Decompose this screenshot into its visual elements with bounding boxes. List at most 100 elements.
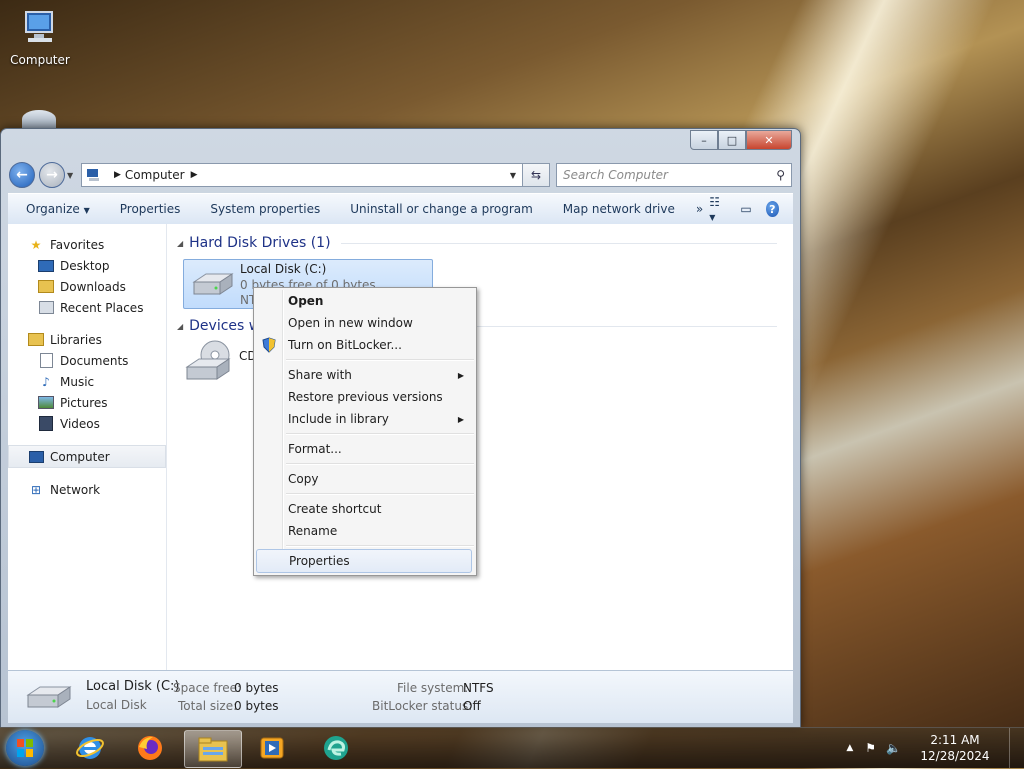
taskbar-internet-explorer[interactable] bbox=[62, 730, 118, 766]
menu-label: Open bbox=[288, 294, 324, 308]
menu-label: Rename bbox=[288, 524, 338, 538]
details-drive-type: Local Disk bbox=[86, 698, 147, 712]
details-pane: Local Disk (C:) Local Disk Space free: 0… bbox=[8, 670, 793, 723]
menu-item-open-new-window[interactable]: Open in new window bbox=[256, 312, 472, 334]
collapse-arrow-icon[interactable]: ◢ bbox=[177, 322, 183, 331]
recent-pages-dropdown[interactable]: ▼ bbox=[67, 171, 77, 180]
computer-icon bbox=[87, 169, 99, 181]
clock[interactable]: 2:11 AM 12/28/2024 bbox=[915, 732, 995, 764]
menu-item-rename[interactable]: Rename bbox=[256, 520, 472, 542]
nav-label: Favorites bbox=[50, 237, 105, 252]
taskbar: ▲ ⚑ 🔈 2:11 AM 12/28/2024 bbox=[0, 727, 1024, 768]
menu-label: Turn on BitLocker... bbox=[288, 338, 402, 352]
collapse-arrow-icon[interactable]: ◢ bbox=[177, 239, 183, 248]
command-bar: Organize ▼ Properties System properties … bbox=[8, 193, 793, 225]
nav-libraries[interactable]: Libraries bbox=[8, 329, 166, 350]
clock-time: 2:11 AM bbox=[930, 733, 980, 747]
nav-label: Videos bbox=[60, 416, 100, 431]
nav-label: Pictures bbox=[60, 395, 108, 410]
nav-pictures[interactable]: Pictures bbox=[8, 392, 166, 413]
nav-music[interactable]: ♪ Music bbox=[8, 371, 166, 392]
menu-item-include-library[interactable]: Include in library ▶ bbox=[256, 408, 472, 430]
nav-computer[interactable]: Computer bbox=[8, 445, 166, 468]
window-controls: – □ ✕ bbox=[690, 130, 792, 150]
menu-item-format[interactable]: Format... bbox=[256, 438, 472, 460]
hard-drive-icon bbox=[192, 273, 234, 295]
nav-videos[interactable]: Videos bbox=[8, 413, 166, 434]
pictures-icon bbox=[38, 396, 54, 410]
bitlocker-status-value: Off bbox=[463, 699, 481, 713]
nav-network[interactable]: ⊞ Network bbox=[8, 479, 166, 500]
nav-desktop[interactable]: Desktop bbox=[8, 255, 166, 276]
address-bar[interactable]: ▶ Computer ▶ ▼ bbox=[81, 163, 523, 187]
change-view-icon[interactable]: ☷ ▼ bbox=[709, 195, 726, 223]
start-button[interactable] bbox=[6, 730, 44, 766]
drive-name: Local Disk (C:) bbox=[240, 262, 327, 276]
taskbar-windows-explorer[interactable] bbox=[184, 730, 242, 768]
organize-button[interactable]: Organize ▼ bbox=[8, 202, 105, 216]
properties-button[interactable]: Properties bbox=[105, 202, 196, 216]
breadcrumb-chevron-icon[interactable]: ▶ bbox=[114, 170, 121, 180]
help-icon[interactable]: ? bbox=[765, 201, 779, 217]
group-header-hard-disk-drives[interactable]: ◢ Hard Disk Drives (1) bbox=[177, 235, 777, 251]
nav-label: Computer bbox=[50, 449, 110, 464]
map-network-drive-button[interactable]: Map network drive bbox=[548, 202, 690, 216]
minimize-button[interactable]: – bbox=[690, 130, 718, 150]
system-properties-button[interactable]: System properties bbox=[195, 202, 335, 216]
nav-favorites[interactable]: ★ Favorites bbox=[8, 234, 166, 255]
menu-item-open[interactable]: Open bbox=[256, 290, 472, 312]
libraries-icon bbox=[28, 333, 44, 347]
close-button[interactable]: ✕ bbox=[746, 130, 792, 150]
refresh-button[interactable]: ⇆ bbox=[523, 163, 550, 187]
folder-icon bbox=[198, 737, 228, 762]
search-icon[interactable]: ⚲ bbox=[776, 168, 785, 182]
menu-item-share-with[interactable]: Share with ▶ bbox=[256, 364, 472, 386]
forward-arrow-icon: → bbox=[46, 167, 58, 183]
navigation-pane: ★ Favorites Desktop Downloads Recent Plac… bbox=[8, 224, 167, 671]
refresh-icon: ⇆ bbox=[530, 168, 542, 182]
cd-drive-item[interactable]: CD bbox=[185, 339, 257, 386]
menu-item-create-shortcut[interactable]: Create shortcut bbox=[256, 498, 472, 520]
action-center-icon[interactable]: ⚑ bbox=[865, 741, 876, 755]
taskbar-app[interactable] bbox=[308, 730, 364, 766]
edge-icon bbox=[324, 736, 348, 760]
more-commands-button[interactable]: » bbox=[690, 202, 709, 216]
menu-item-restore-versions[interactable]: Restore previous versions bbox=[256, 386, 472, 408]
system-tray: ▲ ⚑ 🔈 2:11 AM 12/28/2024 bbox=[846, 728, 1024, 768]
nav-documents[interactable]: Documents bbox=[8, 350, 166, 371]
forward-button[interactable]: → bbox=[39, 162, 65, 188]
back-button[interactable]: ← bbox=[9, 162, 35, 188]
menu-label: Format... bbox=[288, 442, 342, 456]
search-input[interactable]: Search Computer ⚲ bbox=[556, 163, 792, 187]
file-system-label: File system: bbox=[397, 681, 469, 695]
cd-drive-icon bbox=[185, 340, 231, 380]
total-size-label: Total size: bbox=[178, 699, 238, 713]
clock-date: 12/28/2024 bbox=[920, 749, 990, 763]
recycle-bin-icon[interactable] bbox=[22, 110, 56, 128]
context-menu: Open Open in new window Turn on BitLocke… bbox=[253, 287, 477, 576]
menu-label: Share with bbox=[288, 368, 352, 382]
volume-muted-icon[interactable]: 🔈 bbox=[886, 741, 901, 755]
address-dropdown-icon[interactable]: ▼ bbox=[510, 171, 516, 180]
breadcrumb-computer[interactable]: Computer bbox=[125, 168, 185, 182]
show-desktop-button[interactable] bbox=[1009, 728, 1024, 768]
taskbar-media-player[interactable] bbox=[244, 730, 300, 766]
menu-label: Include in library bbox=[288, 412, 389, 426]
menu-item-properties[interactable]: Properties bbox=[256, 549, 472, 573]
search-placeholder: Search Computer bbox=[563, 168, 668, 182]
menu-item-bitlocker[interactable]: Turn on BitLocker... bbox=[256, 334, 472, 356]
bitlocker-status-label: BitLocker status: bbox=[372, 699, 473, 713]
breadcrumb-chevron-icon[interactable]: ▶ bbox=[191, 170, 198, 180]
show-hidden-icons-icon[interactable]: ▲ bbox=[846, 743, 853, 753]
menu-label: Properties bbox=[289, 554, 350, 568]
chevron-down-icon: ▼ bbox=[83, 206, 90, 215]
desktop-icon-computer[interactable]: Computer bbox=[0, 10, 80, 67]
maximize-button[interactable]: □ bbox=[718, 130, 746, 150]
nav-downloads[interactable]: Downloads bbox=[8, 276, 166, 297]
taskbar-firefox[interactable] bbox=[122, 730, 178, 766]
uninstall-program-button[interactable]: Uninstall or change a program bbox=[335, 202, 548, 216]
preview-pane-icon[interactable]: ▭ bbox=[740, 202, 751, 216]
menu-label: Restore previous versions bbox=[288, 390, 443, 404]
nav-recent-places[interactable]: Recent Places bbox=[8, 297, 166, 318]
menu-item-copy[interactable]: Copy bbox=[256, 468, 472, 490]
